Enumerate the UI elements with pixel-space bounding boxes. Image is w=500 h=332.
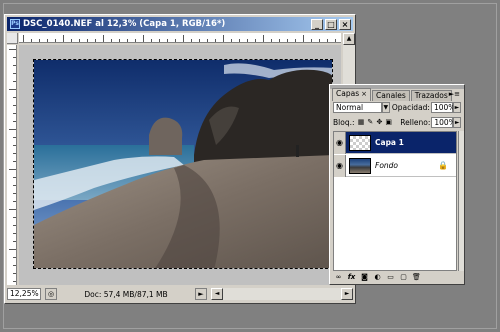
mask-icon[interactable]: ◙ [359,272,370,282]
lock-icon: 🔒 [438,161,448,170]
adjustment-icon[interactable]: ◐ [372,272,383,282]
eye-icon[interactable]: ◉ [334,154,346,177]
layers-list: ◉ Capa 1 ◉ Fondo 🔒 [333,131,457,271]
blend-dropdown-icon[interactable]: ▼ [381,102,390,113]
status-menu-arrow[interactable]: ► [195,288,207,300]
panel-menu-icon[interactable]: ►≡ [449,90,460,98]
vertical-ruler[interactable] [7,45,17,285]
lock-brush-icon[interactable]: ✎ [367,118,374,127]
canvas-area[interactable] [19,45,341,285]
photoshop-app-icon: Ps [10,19,20,29]
fill-label: Relleno: [400,118,431,127]
window-controls: _ □ × [311,19,351,30]
beach-photo[interactable] [33,59,333,269]
opacity-arrow-icon[interactable]: ► [452,102,461,113]
trash-icon[interactable]: 🗑 [411,272,422,282]
zoom-field[interactable]: 12,25% [7,288,41,300]
scroll-right-button[interactable]: ► [341,288,353,300]
document-title-bar[interactable]: Ps DSC_0140.NEF al 12,3% (Capa 1, RGB/16… [7,17,353,31]
link-icon[interactable]: ∞ [333,272,344,282]
blend-row: Normal ▼ Opacidad: 100% ► [333,101,461,114]
opacity-input[interactable]: 100% [430,102,455,113]
lock-all-icon[interactable]: ▣ [385,118,392,127]
eye-icon[interactable]: ◉ [334,131,346,154]
lock-row: Bloq.: ▦ ✎ ✥ ▣ Relleno: 100% ► [333,116,461,129]
lock-transparency-icon[interactable]: ▦ [358,118,365,127]
scroll-left-button[interactable]: ◄ [211,288,223,300]
horizontal-ruler[interactable] [19,33,341,43]
fill-arrow-icon[interactable]: ► [453,117,461,128]
horizontal-scrollbar[interactable]: ◄ ► [211,288,353,300]
layer-row-fondo[interactable]: ◉ Fondo 🔒 [334,154,456,177]
new-layer-icon[interactable]: ▢ [398,272,409,282]
layers-panel[interactable]: Capas × Canales Trazados ►≡ Normal ▼ Opac… [329,84,465,285]
blend-mode-select[interactable]: Normal [333,102,382,113]
fill-input[interactable]: 100% [431,117,456,128]
layer-name[interactable]: Capa 1 [375,138,404,147]
status-info-icon[interactable]: ◎ [45,288,57,300]
tab-canales[interactable]: Canales [371,90,410,101]
folder-icon[interactable]: ▭ [385,272,396,282]
minimize-button[interactable]: _ [311,19,323,30]
tab-capas[interactable]: Capas × [332,88,371,101]
maximize-button[interactable]: □ [325,19,337,30]
tab-close-icon[interactable]: × [361,90,367,98]
scroll-up-button[interactable]: ▲ [343,33,355,45]
layers-scrollbar[interactable] [458,131,464,271]
panel-bottom-toolbar: ∞ fx ◙ ◐ ▭ ▢ 🗑 [333,271,461,282]
fx-icon[interactable]: fx [346,272,357,282]
lock-move-icon[interactable]: ✥ [376,118,383,127]
layer-row-capa-1[interactable]: ◉ Capa 1 [334,131,456,154]
close-button[interactable]: × [339,19,351,30]
status-bar: 12,25% ◎ Doc: 57,4 MB/87,1 MB ► ◄ ► [7,287,353,301]
lock-label: Bloq.: [333,118,355,127]
ruler-origin[interactable] [7,33,18,44]
layer-thumbnail [349,157,371,174]
document-window[interactable]: Ps DSC_0140.NEF al 12,3% (Capa 1, RGB/16… [4,14,356,304]
layer-name[interactable]: Fondo [375,161,398,170]
panel-tabs: Capas × Canales Trazados [332,88,462,101]
beach-photo-image [34,60,332,268]
opacity-label: Opacidad: [391,103,430,112]
document-title: DSC_0140.NEF al 12,3% (Capa 1, RGB/16*) [23,19,226,29]
tab-trazados[interactable]: Trazados [410,90,452,101]
layer-thumbnail [349,134,371,151]
document-size-info: Doc: 57,4 MB/87,1 MB [84,289,168,299]
